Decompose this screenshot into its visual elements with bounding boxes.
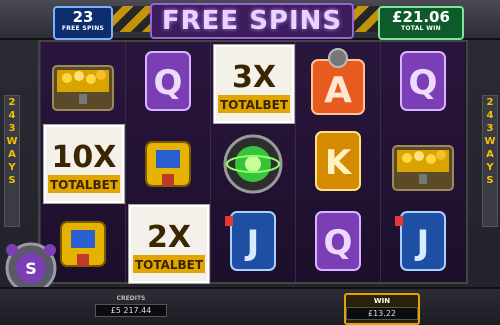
svg-text:Q: Q: [154, 63, 183, 103]
ways-char: 3: [8, 123, 16, 134]
win-value: £13.22: [346, 307, 418, 320]
reel-4: A K Q: [295, 42, 380, 282]
ways-char: S: [8, 175, 16, 186]
svg-text:S: S: [25, 259, 37, 278]
multiplier-2x: 2X: [147, 220, 191, 255]
total-win-box: £21.06 TOTAL WIN: [378, 6, 464, 40]
total-win-label: TOTAL WIN: [401, 25, 441, 32]
a-card-icon: A: [311, 48, 365, 115]
ways-char: Y: [486, 162, 494, 173]
ways-char: 2: [8, 97, 16, 108]
symbol-q: Q: [298, 204, 378, 282]
ways-char: W: [6, 136, 18, 147]
reel-5: Q J: [380, 42, 465, 282]
multiplier-10x: 10X: [52, 140, 117, 175]
free-spins-label: FREE SPINS: [61, 25, 105, 32]
symbol-gold-robot: [128, 124, 208, 202]
svg-text:J: J: [245, 223, 260, 263]
svg-text:J: J: [415, 223, 430, 263]
win-meter: WIN £13.22: [344, 293, 420, 325]
multiplier-badge-icon: 10X TOTALBET: [46, 127, 122, 201]
q-card-icon: Q: [145, 51, 191, 111]
symbol-10x-total-bet: 10X TOTALBET: [43, 124, 125, 204]
symbol-a: A: [298, 44, 378, 122]
multiplier-badge-icon: 2X TOTALBET: [131, 207, 207, 281]
ways-char: W: [484, 136, 496, 147]
ways-panel-right: 2 4 3 W A Y S: [482, 95, 498, 227]
ways-char: A: [8, 149, 16, 160]
credits-label: CREDITS: [116, 295, 146, 302]
symbol-j: J: [213, 204, 293, 282]
ways-char: 2: [486, 97, 494, 108]
multiplier-3x: 3X: [232, 60, 276, 95]
j-card-icon: J: [225, 211, 276, 271]
treasure-chest-icon: [392, 145, 454, 191]
free-spins-title: FREE SPINS: [150, 3, 354, 39]
ways-panel-left: 2 4 3 W A Y S: [4, 95, 20, 227]
gold-robot-icon: [145, 141, 191, 187]
multiplier-badge-icon: 3X TOTALBET: [216, 47, 292, 121]
ways-char: 4: [486, 110, 494, 121]
reel-2: Q 2X TOTALBET: [125, 42, 210, 284]
credits-meter: CREDITS £5 217.44: [86, 293, 176, 321]
symbol-q: Q: [128, 44, 208, 122]
reel-3: 3X TOTALBET J: [210, 42, 295, 282]
symbol-green-orb: [213, 124, 293, 202]
symbol-k: K: [298, 124, 378, 202]
green-orb-icon: [223, 134, 283, 194]
total-bet-caption: TOTALBET: [50, 178, 119, 192]
q-card-icon: Q: [315, 211, 361, 271]
free-spins-counter: 23 FREE SPINS: [53, 6, 113, 40]
symbol-treasure-chest: [383, 124, 463, 202]
reel-window: 10X TOTALBET Q 2X TOTALBET 3X TOTALBET J…: [38, 40, 468, 284]
svg-text:K: K: [325, 143, 353, 183]
free-spins-count: 23: [72, 8, 94, 26]
ways-char: 3: [486, 123, 494, 134]
symbol-2x-total-bet: 2X TOTALBET: [128, 204, 210, 284]
total-bet-caption: TOTALBET: [135, 258, 204, 272]
win-label: WIN: [373, 297, 391, 305]
svg-text:Q: Q: [324, 223, 353, 263]
top-bar: 23 FREE SPINS FREE SPINS £21.06 TOTAL WI…: [0, 0, 500, 40]
svg-text:A: A: [324, 70, 352, 111]
ways-char: S: [486, 175, 494, 186]
treasure-chest-icon: [52, 65, 114, 111]
symbol-treasure-chest: [43, 44, 123, 122]
q-card-icon: Q: [400, 51, 446, 111]
bottom-bar: CREDITS £5 217.44 WIN £13.22: [0, 287, 500, 325]
symbol-3x-total-bet: 3X TOTALBET: [213, 44, 295, 124]
k-card-icon: K: [315, 131, 361, 191]
ways-char: A: [486, 149, 494, 160]
svg-text:Q: Q: [409, 63, 438, 103]
j-card-icon: J: [395, 211, 446, 271]
total-win-value: £21.06: [392, 8, 450, 26]
symbol-j: J: [383, 204, 463, 282]
ways-char: 4: [8, 110, 16, 121]
credits-value: £5 217.44: [95, 304, 167, 317]
total-bet-caption: TOTALBET: [220, 98, 289, 112]
ways-char: Y: [8, 162, 16, 173]
game-screen: 23 FREE SPINS FREE SPINS £21.06 TOTAL WI…: [0, 0, 500, 325]
symbol-q: Q: [383, 44, 463, 122]
